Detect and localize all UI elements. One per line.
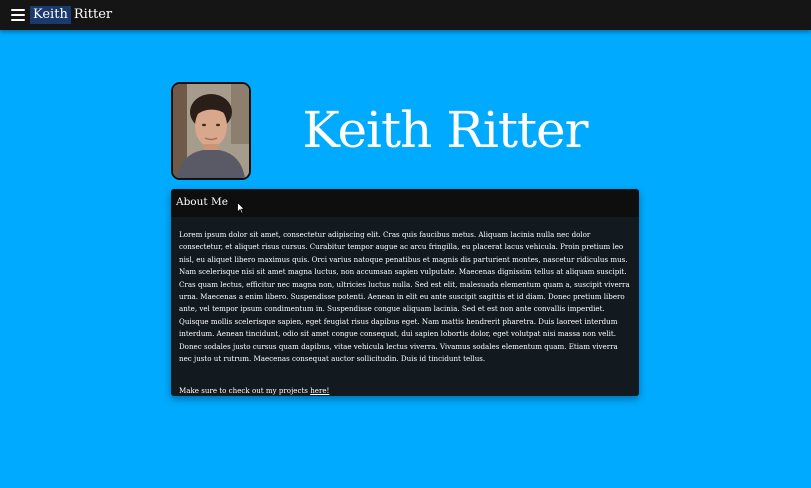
about-me-text: Lorem ipsum dolor sit amet, consectetur … [179, 230, 630, 364]
page-title: Keith Ritter [302, 101, 588, 159]
profile-photo-icon [173, 84, 249, 178]
profile-photo [171, 82, 251, 180]
menu-bar-line [11, 9, 25, 11]
hamburger-menu-icon[interactable] [11, 9, 25, 21]
menu-bar-line [11, 14, 25, 16]
menu-bar-line [11, 19, 25, 21]
navbar: Keith Ritter [0, 0, 811, 30]
projects-line: Make sure to check out my projects here! [179, 385, 631, 396]
mouse-cursor-icon [237, 202, 245, 214]
brand-link[interactable]: Keith Ritter [30, 6, 112, 24]
projects-prefix: Make sure to check out my projects [179, 386, 311, 396]
about-me-body: Lorem ipsum dolor sit amet, consectetur … [171, 217, 639, 396]
projects-link[interactable]: here! [310, 386, 329, 395]
brand-last-name: Ritter [73, 7, 113, 22]
about-me-card: About Me Lorem ipsum dolor sit amet, con… [171, 189, 639, 396]
brand-first-name: Keith [30, 6, 71, 24]
